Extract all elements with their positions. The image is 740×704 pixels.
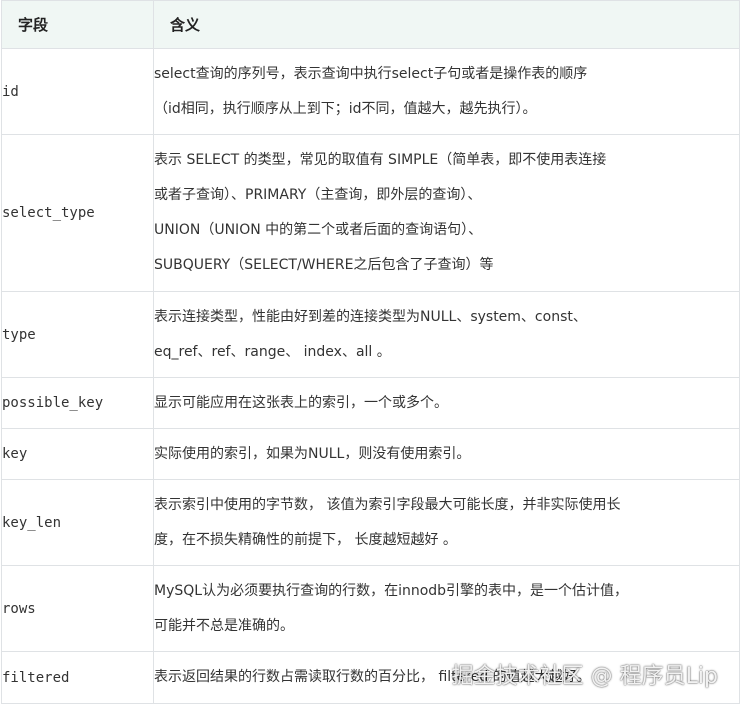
description-line: UNION（UNION 中的第二个或者后面的查询语句）、 <box>154 222 483 238</box>
field-description: MySQL认为必须要执行查询的行数，在innodb引擎的表中，是一个估计值， 可… <box>153 565 740 652</box>
field-description: 表示 SELECT 的类型，常见的取值有 SIMPLE（简单表，即不使用表连接 … <box>153 134 740 292</box>
field-name: rows <box>1 565 154 652</box>
field-name: type <box>1 291 154 378</box>
field-name: id <box>1 48 154 135</box>
description-line: SUBQUERY（SELECT/WHERE之后包含了子查询）等 <box>154 257 494 273</box>
field-description: 表示索引中使用的字节数， 该值为索引字段最大可能长度，并非实际使用长 度，在不损… <box>153 479 740 566</box>
description-line: 表示索引中使用的字节数， 该值为索引字段最大可能长度，并非实际使用长 <box>154 496 621 513</box>
description-line: （id相同，执行顺序从上到下；id不同，值越大，越先执行）。 <box>154 100 537 117</box>
field-description: 表示连接类型，性能由好到差的连接类型为NULL、system、const、 eq… <box>153 291 740 378</box>
description-line: MySQL认为必须要执行查询的行数，在innodb引擎的表中，是一个估计值， <box>154 582 629 599</box>
table-row: type 表示连接类型，性能由好到差的连接类型为NULL、system、cons… <box>1 291 740 378</box>
field-description: 表示返回结果的行数占需读取行数的百分比， filtered 的值越大越好。 <box>153 651 740 704</box>
field-name: key_len <box>1 479 154 566</box>
table-row: key 实际使用的索引，如果为NULL，则没有使用索引。 <box>1 428 740 480</box>
header-field: 字段 <box>1 0 154 49</box>
field-name: filtered <box>1 651 154 704</box>
description-line: 表示 SELECT 的类型，常见的取值有 SIMPLE（简单表，即不使用表连接 <box>154 152 607 168</box>
description-line: 表示返回结果的行数占需读取行数的百分比， filtered 的值越大越好。 <box>154 669 591 685</box>
field-description: 实际使用的索引，如果为NULL，则没有使用索引。 <box>153 428 740 480</box>
description-line: 显示可能应用在这张表上的索引，一个或多个。 <box>154 394 448 411</box>
description-line: 表示连接类型，性能由好到差的连接类型为NULL、system、const、 <box>154 308 587 325</box>
table-row: id select查询的序列号，表示查询中执行select子句或者是操作表的顺序… <box>1 48 740 135</box>
table-row: possible_key 显示可能应用在这张表上的索引，一个或多个。 <box>1 377 740 429</box>
table-row: filtered 表示返回结果的行数占需读取行数的百分比， filtered 的… <box>1 651 740 704</box>
header-meaning: 含义 <box>153 0 740 49</box>
field-name: possible_key <box>1 377 154 429</box>
table-header-row: 字段 含义 <box>1 0 740 49</box>
description-line: 或者子查询）、PRIMARY（主查询，即外层的查询）、 <box>154 187 482 203</box>
table-row: rows MySQL认为必须要执行查询的行数，在innodb引擎的表中，是一个估… <box>1 565 740 652</box>
description-line: eq_ref、ref、range、 index、all 。 <box>154 343 391 360</box>
description-line: 度，在不损失精确性的前提下， 长度越短越好 。 <box>154 531 457 548</box>
description-line: 实际使用的索引，如果为NULL，则没有使用索引。 <box>154 445 471 462</box>
description-line: select查询的序列号，表示查询中执行select子句或者是操作表的顺序 <box>154 65 588 82</box>
table-row: select_type 表示 SELECT 的类型，常见的取值有 SIMPLE（… <box>1 134 740 292</box>
field-name: select_type <box>1 134 154 292</box>
field-name: key <box>1 428 154 480</box>
table-row: key_len 表示索引中使用的字节数， 该值为索引字段最大可能长度，并非实际使… <box>1 479 740 566</box>
explain-fields-table: 字段 含义 id select查询的序列号，表示查询中执行select子句或者是… <box>1 0 740 704</box>
field-description: 显示可能应用在这张表上的索引，一个或多个。 <box>153 377 740 429</box>
field-description: select查询的序列号，表示查询中执行select子句或者是操作表的顺序 （i… <box>153 48 740 135</box>
description-line: 可能并不总是准确的。 <box>154 617 294 634</box>
